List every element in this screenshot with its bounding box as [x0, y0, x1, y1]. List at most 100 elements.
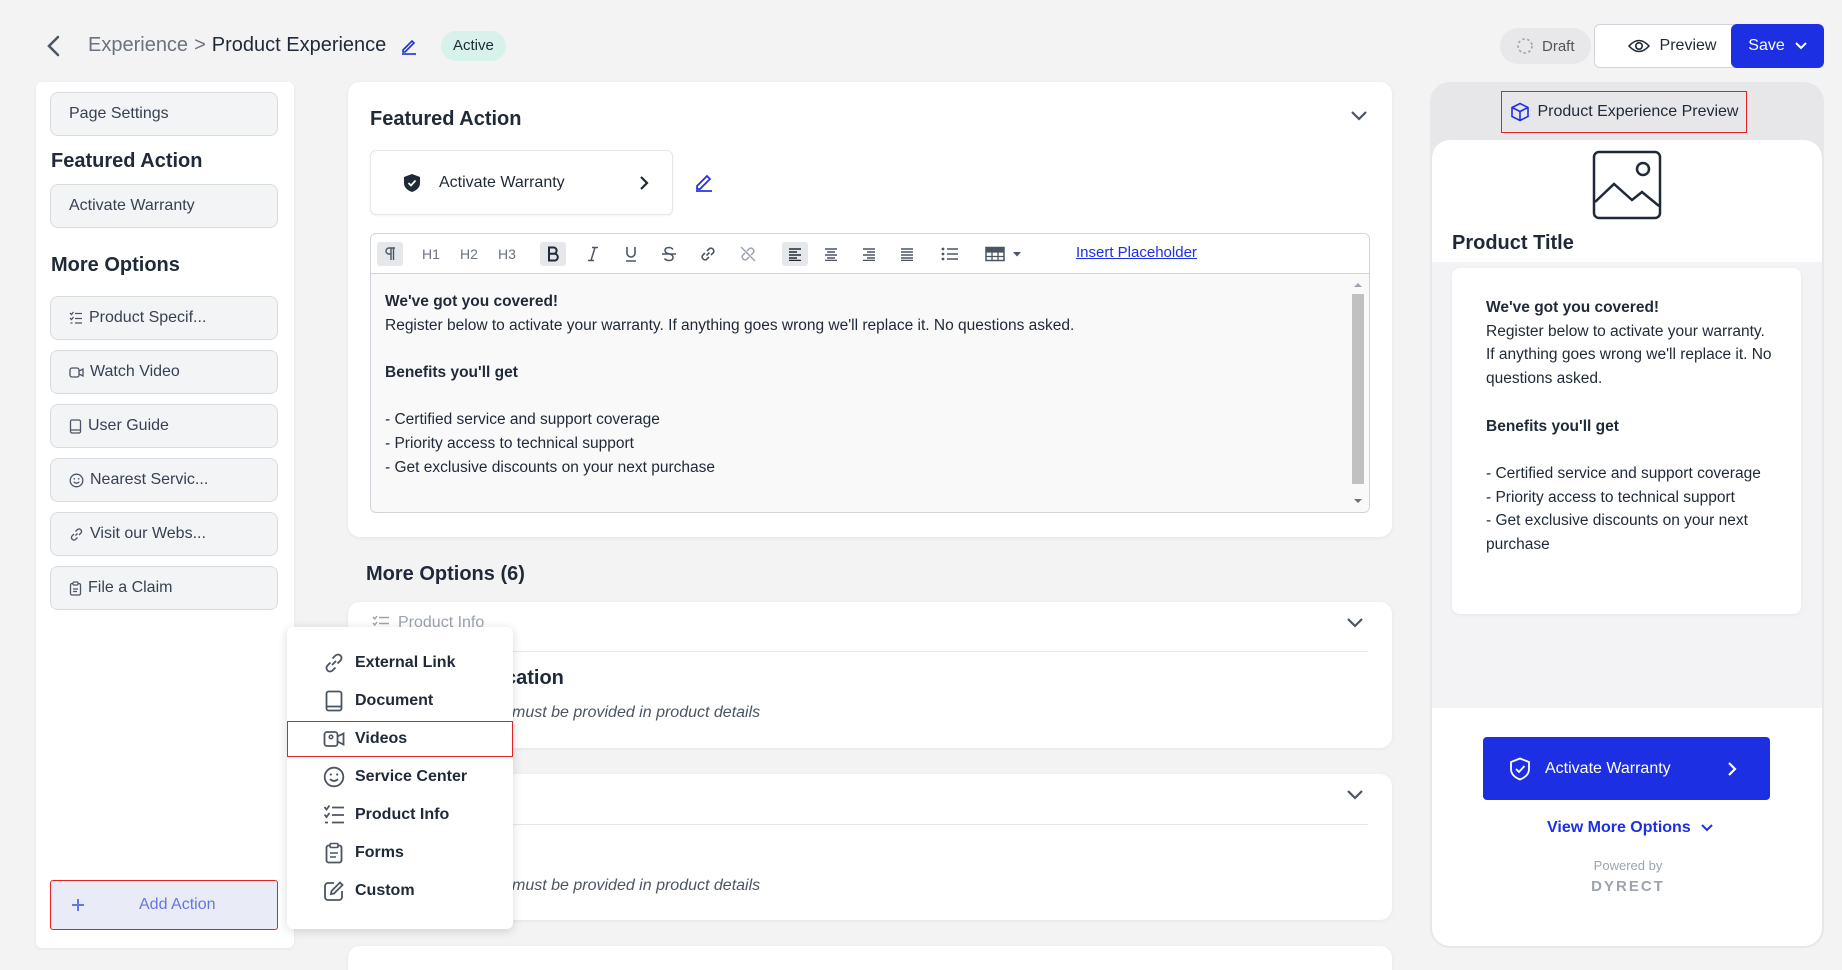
sidebar-item-label: Nearest Servic...	[90, 471, 209, 488]
draft-indicator: Draft	[1500, 28, 1591, 64]
edit-featured-action-icon[interactable]	[694, 172, 714, 192]
back-chevron-icon[interactable]	[44, 34, 64, 58]
align-justify-icon[interactable]	[896, 242, 918, 266]
status-badge: Active	[441, 31, 506, 61]
insert-placeholder-link[interactable]: Insert Placeholder	[1076, 244, 1197, 261]
sidebar-item-label: Activate Warranty	[69, 197, 195, 214]
unlink-icon[interactable]	[736, 242, 760, 266]
expand-chevron-icon[interactable]	[1346, 617, 1364, 629]
link-icon	[69, 527, 84, 542]
editor-content[interactable]: We've got you covered! Register below to…	[385, 290, 1074, 480]
menu-item-service-center[interactable]: Service Center	[287, 759, 513, 795]
preview-button[interactable]: Preview	[1594, 24, 1750, 68]
benefit-item: - Certified service and support coverage	[385, 411, 660, 429]
list-check-icon	[323, 804, 345, 826]
italic-icon[interactable]	[582, 242, 604, 266]
menu-item-label: Videos	[355, 730, 408, 747]
preview-product-title: Product Title	[1452, 232, 1574, 254]
preview-benefit-item: - Certified service and support coverage	[1486, 464, 1761, 482]
save-label: Save	[1748, 37, 1785, 54]
pencil-square-icon	[323, 880, 345, 902]
divider	[372, 824, 1368, 825]
align-right-icon[interactable]	[858, 242, 880, 266]
option-card-note: must be provided in product details	[512, 704, 761, 721]
brand-logo: DYRECT	[1591, 878, 1665, 895]
more-options-heading: More Options	[51, 254, 180, 276]
sidebar-item-user-guide[interactable]: User Guide	[50, 404, 278, 448]
edit-title-icon[interactable]	[400, 37, 418, 55]
preview-content-text: We've got you covered! Register below to…	[1486, 296, 1776, 557]
featured-action-preview-button[interactable]: Activate Warranty	[370, 150, 673, 215]
eye-icon	[1627, 38, 1650, 54]
editor-scrollbar[interactable]	[1351, 280, 1365, 506]
save-button[interactable]: Save	[1731, 24, 1824, 68]
sidebar-item-nearest-service[interactable]: Nearest Servic...	[50, 458, 278, 502]
preview-activate-warranty-button[interactable]: Activate Warranty	[1483, 737, 1770, 800]
smiley-icon	[69, 473, 84, 488]
preview-label: Preview	[1659, 37, 1717, 54]
link-icon	[323, 652, 345, 674]
sidebar-item-product-specification[interactable]: Product Specif...	[50, 296, 278, 340]
sidebar-item-file-a-claim[interactable]: File a Claim	[50, 566, 278, 610]
align-center-icon[interactable]	[820, 242, 842, 266]
add-action-menu: External Link Document Videos Service Ce…	[287, 627, 513, 929]
rich-text-editor[interactable]: H1 H2 H3 Insert Placeholder We've got yo…	[370, 233, 1370, 513]
benefits-heading: Benefits you'll get	[385, 364, 518, 382]
editor-toolbar: H1 H2 H3 Insert Placeholder	[371, 234, 1369, 274]
menu-item-document[interactable]: Document	[287, 683, 513, 719]
shield-check-icon	[1509, 757, 1531, 781]
cube-icon	[1510, 102, 1530, 122]
menu-item-custom[interactable]: Custom	[287, 873, 513, 909]
list-check-icon	[69, 311, 83, 325]
bullet-list-icon[interactable]	[938, 242, 962, 266]
underline-icon[interactable]	[620, 242, 642, 266]
option-card	[348, 946, 1392, 970]
align-left-icon[interactable]	[782, 242, 808, 266]
table-dropdown-icon[interactable]	[983, 242, 1027, 266]
breadcrumb: Experience > Product Experience	[88, 34, 418, 57]
view-more-options-link[interactable]: View More Options	[1547, 819, 1713, 837]
more-options-title: More Options (6)	[366, 563, 525, 585]
menu-item-forms[interactable]: Forms	[287, 835, 513, 871]
paragraph-icon[interactable]	[377, 242, 403, 266]
heading-1-button[interactable]: H1	[419, 242, 443, 266]
page-settings-button[interactable]: Page Settings	[50, 92, 278, 136]
option-card-note: must be provided in product details	[512, 877, 761, 894]
chevron-right-icon	[639, 175, 649, 191]
chevron-right-icon	[1727, 761, 1737, 777]
sidebar-item-activate-warranty[interactable]: Activate Warranty	[50, 184, 278, 228]
menu-item-videos[interactable]: Videos	[287, 721, 513, 757]
menu-item-external-link[interactable]: External Link	[287, 645, 513, 681]
heading-3-button[interactable]: H3	[495, 242, 519, 266]
breadcrumb-parent[interactable]: Experience	[88, 34, 188, 57]
link-icon[interactable]	[696, 242, 720, 266]
sidebar-item-watch-video[interactable]: Watch Video	[50, 350, 278, 394]
menu-item-product-info[interactable]: Product Info	[287, 797, 513, 833]
shield-check-icon	[403, 173, 421, 193]
add-action-label: Add Action	[139, 896, 216, 913]
strikethrough-icon[interactable]	[658, 242, 680, 266]
scrollbar-thumb[interactable]	[1352, 294, 1364, 484]
expand-chevron-icon[interactable]	[1346, 789, 1364, 801]
bold-icon[interactable]	[540, 242, 566, 266]
preview-benefit-item: - Priority access to technical support	[1486, 488, 1735, 506]
preview-button-label: Activate Warranty	[1545, 759, 1671, 777]
sidebar-item-label: Visit our Webs...	[90, 525, 206, 542]
featured-action-title: Featured Action	[370, 108, 522, 130]
menu-item-label: External Link	[355, 654, 456, 671]
menu-item-label: Document	[355, 692, 434, 709]
collapse-chevron-icon[interactable]	[1350, 110, 1368, 122]
book-icon	[69, 418, 82, 434]
divider	[372, 651, 1368, 652]
draft-spinner-icon	[1516, 37, 1534, 55]
heading-2-button[interactable]: H2	[457, 242, 481, 266]
powered-by-label: Powered by	[1593, 858, 1663, 873]
breadcrumb-separator: >	[194, 34, 206, 56]
add-action-button[interactable]: Add Action	[50, 880, 278, 930]
sidebar-item-visit-website[interactable]: Visit our Webs...	[50, 512, 278, 556]
image-placeholder-icon	[1592, 150, 1662, 220]
book-icon	[323, 690, 345, 712]
menu-item-label: Forms	[355, 844, 404, 861]
chevron-down-icon	[1701, 824, 1713, 832]
menu-item-label: Service Center	[355, 768, 468, 785]
